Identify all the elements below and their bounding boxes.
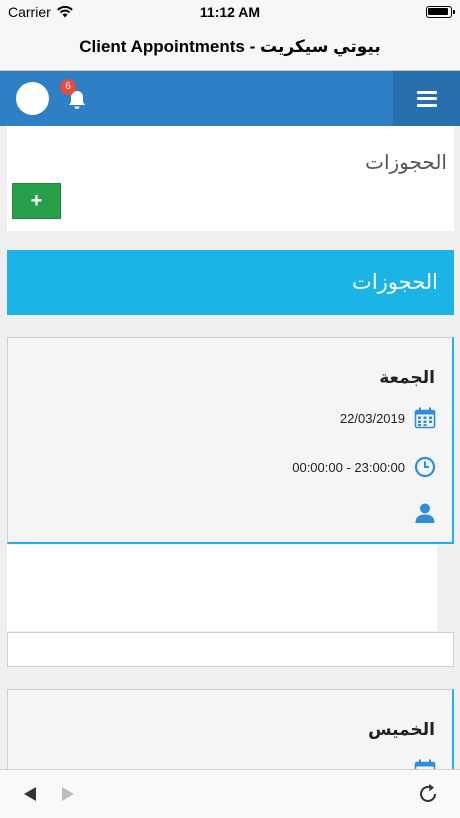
appointment-time-row: 00:00:00 - 23:00:00 bbox=[292, 455, 437, 479]
appointment-day: الخميس bbox=[368, 720, 435, 739]
forward-icon[interactable] bbox=[62, 787, 74, 801]
plus-icon: + bbox=[30, 189, 43, 212]
user-icon bbox=[413, 501, 437, 525]
calendar-icon bbox=[413, 758, 437, 769]
add-booking-button[interactable]: + bbox=[12, 183, 61, 219]
appointment-note-field[interactable] bbox=[7, 632, 454, 667]
window-title-bar: بيوتي سيكريت - Client Appointments bbox=[0, 24, 460, 71]
menu-button[interactable] bbox=[393, 71, 460, 126]
window-title: بيوتي سيكريت - Client Appointments bbox=[79, 37, 381, 56]
battery-icon bbox=[426, 6, 455, 18]
appointment-date-row bbox=[413, 758, 437, 769]
clock-icon bbox=[413, 455, 437, 479]
reload-icon[interactable] bbox=[416, 782, 440, 806]
bookings-card-title: الحجوزات bbox=[365, 152, 447, 174]
back-icon[interactable] bbox=[24, 787, 36, 801]
calendar-icon bbox=[413, 406, 437, 430]
appointment-date-row: 22/03/2019 bbox=[340, 406, 437, 430]
appointment-day: الجمعة bbox=[379, 368, 435, 387]
status-time: 11:12 AM bbox=[199, 4, 261, 20]
appointment-date: 22/03/2019 bbox=[339, 410, 405, 426]
avatar[interactable] bbox=[16, 82, 49, 115]
app-header: 6 bbox=[0, 71, 460, 126]
appointment-card[interactable]: الجمعة 22/03/2019 00:00:00 - 23:00:00 bbox=[7, 337, 454, 544]
bookings-banner-title: الحجوزات bbox=[352, 271, 438, 294]
bottom-toolbar bbox=[0, 769, 460, 818]
bookings-banner: الحجوزات bbox=[7, 250, 454, 315]
notification-badge: 6 bbox=[60, 79, 76, 95]
menu-icon bbox=[416, 90, 437, 107]
appointment-client-row bbox=[413, 501, 437, 525]
appointment-details-panel bbox=[7, 545, 437, 631]
appointment-card[interactable]: الخميس bbox=[7, 689, 454, 769]
bookings-card: الحجوزات + bbox=[7, 126, 454, 231]
status-bar: Carrier 11:12 AM bbox=[0, 0, 460, 24]
appointment-time: 00:00:00 - 23:00:00 bbox=[292, 459, 405, 475]
content-area[interactable]: الحجوزات + الحجوزات الجمعة 22/03/2019 00… bbox=[0, 126, 460, 769]
